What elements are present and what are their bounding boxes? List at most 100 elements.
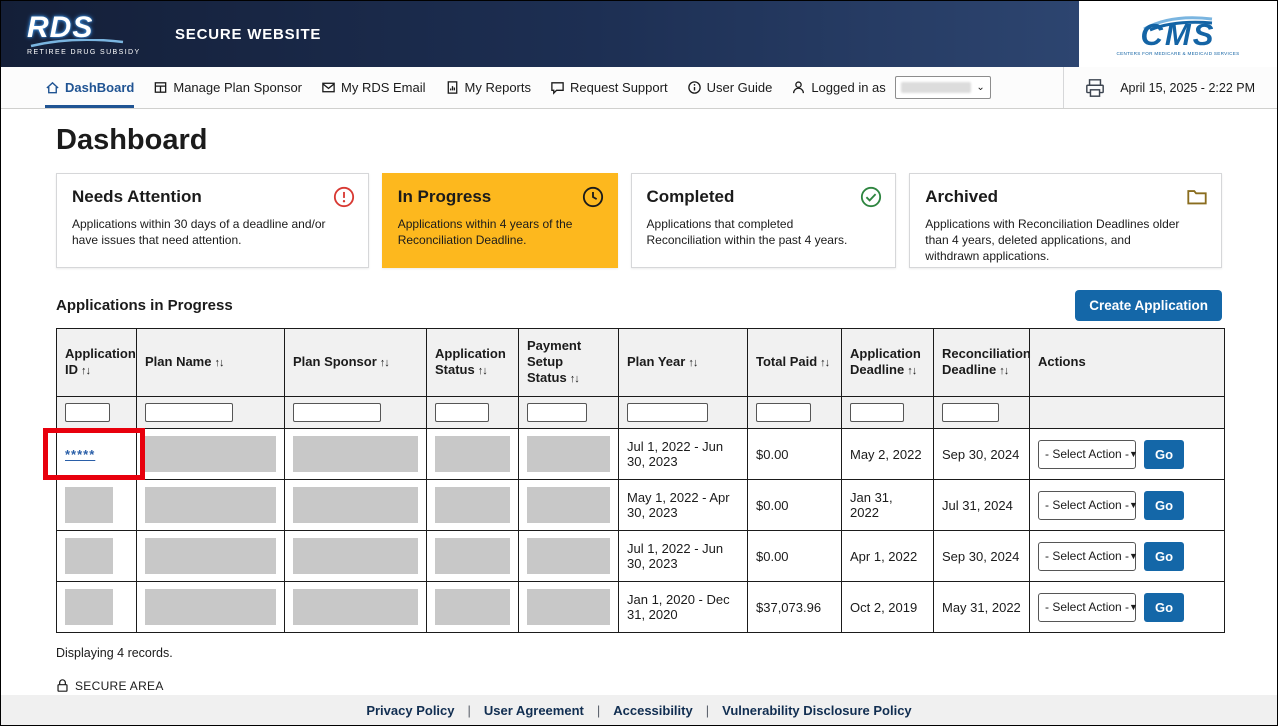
- nav-item-my-rds-email[interactable]: My RDS Email: [321, 67, 426, 108]
- col-plan-sponsor[interactable]: Plan Sponsor↑↓: [285, 329, 427, 397]
- card-needs-attention[interactable]: Needs Attention Applications within 30 d…: [56, 173, 369, 268]
- card-title: Needs Attention: [72, 187, 353, 207]
- footer-link-user-agreement[interactable]: User Agreement: [484, 703, 584, 718]
- records-summary: Displaying 4 records.: [56, 646, 1222, 660]
- application-deadline-cell: Jan 31, 2022: [842, 480, 934, 531]
- table-row: ***** Jul 1, 2022 - Jun 30, 2023 $0.00 M…: [57, 429, 1225, 480]
- card-in-progress[interactable]: In Progress Applications within 4 years …: [382, 173, 618, 268]
- current-datetime: April 15, 2025 - 2:22 PM: [1120, 81, 1255, 95]
- filter-plan-name-input[interactable]: [145, 403, 233, 422]
- nav-utilities: April 15, 2025 - 2:22 PM: [1063, 67, 1255, 108]
- nav-item-label: My Reports: [465, 80, 531, 95]
- sort-icon[interactable]: ↑↓: [570, 373, 579, 385]
- nav-item-manage-plan-sponsor[interactable]: Manage Plan Sponsor: [153, 67, 302, 108]
- plan-year-cell: May 1, 2022 - Apr 30, 2023: [619, 480, 748, 531]
- filter-application-deadline-input[interactable]: [850, 403, 904, 422]
- application-id-link[interactable]: *****: [65, 447, 95, 462]
- card-completed[interactable]: Completed Applications that completed Re…: [631, 173, 897, 268]
- go-button[interactable]: Go: [1144, 491, 1184, 520]
- application-id-cell: [57, 582, 137, 633]
- sort-icon[interactable]: ↑↓: [478, 365, 487, 377]
- filter-application-id-input[interactable]: [65, 403, 110, 422]
- plan-name-cell: [137, 582, 285, 633]
- cms-logo: CMS CENTERS FOR MEDICARE & MEDICAID SERV…: [1117, 12, 1240, 56]
- nav-item-label: DashBoard: [65, 80, 134, 95]
- footer-link-accessibility[interactable]: Accessibility: [613, 703, 693, 718]
- table-row: Jan 1, 2020 - Dec 31, 2020 $37,073.96 Oc…: [57, 582, 1225, 633]
- nav-item-user-guide[interactable]: User Guide: [687, 67, 773, 108]
- col-reconciliation-deadline[interactable]: Reconciliation Deadline↑↓: [934, 329, 1030, 397]
- card-title: Completed: [647, 187, 881, 207]
- support-icon: [550, 80, 565, 95]
- person-icon: [791, 80, 806, 95]
- plan-name-cell: [137, 429, 285, 480]
- payment-setup-status-cell: [519, 480, 619, 531]
- filter-reconciliation-deadline-input[interactable]: [942, 403, 999, 422]
- sort-icon[interactable]: ↑↓: [820, 357, 829, 369]
- action-select[interactable]: - Select Action -▼: [1038, 593, 1136, 622]
- plan-sponsor-cell: [285, 480, 427, 531]
- redacted-value: [435, 538, 510, 574]
- redacted-value: [145, 436, 276, 472]
- total-paid-cell: $0.00: [748, 480, 842, 531]
- action-select[interactable]: - Select Action -▼: [1038, 491, 1136, 520]
- sort-icon[interactable]: ↑↓: [214, 357, 223, 369]
- sort-icon[interactable]: ↑↓: [81, 365, 90, 377]
- card-archived[interactable]: Archived Applications with Reconciliatio…: [909, 173, 1222, 268]
- redacted-value: [293, 589, 418, 625]
- application-id-cell: [57, 480, 137, 531]
- go-button[interactable]: Go: [1144, 440, 1184, 469]
- filter-payment-setup-status-input[interactable]: [527, 403, 587, 422]
- printer-icon[interactable]: [1084, 78, 1106, 98]
- nav-item-dashboard[interactable]: DashBoard: [45, 67, 134, 108]
- reconciliation-deadline-cell: Sep 30, 2024: [934, 429, 1030, 480]
- filter-total-paid-input[interactable]: [756, 403, 811, 422]
- nav-item-my-reports[interactable]: My Reports: [445, 67, 531, 108]
- nav-item-logged-in-as: Logged in as ⌄: [791, 67, 990, 108]
- redacted-value: [435, 487, 510, 523]
- col-application-deadline[interactable]: Application Deadline↑↓: [842, 329, 934, 397]
- col-plan-year[interactable]: Plan Year↑↓: [619, 329, 748, 397]
- create-application-button[interactable]: Create Application: [1075, 290, 1222, 321]
- banner-left: RDS RETIREE DRUG SUBSIDY SECURE WEBSITE: [1, 1, 1079, 67]
- rds-tagline: RETIREE DRUG SUBSIDY: [27, 49, 145, 56]
- logged-in-user-select[interactable]: ⌄: [895, 76, 991, 99]
- card-title: Archived: [925, 187, 1206, 207]
- go-button[interactable]: Go: [1144, 593, 1184, 622]
- col-application-status[interactable]: Application Status↑↓: [427, 329, 519, 397]
- redacted-value: [435, 589, 510, 625]
- action-select[interactable]: - Select Action -▼: [1038, 542, 1136, 571]
- redacted-user-name: [901, 82, 972, 93]
- action-select[interactable]: - Select Action -▼: [1038, 440, 1136, 469]
- col-plan-name[interactable]: Plan Name↑↓: [137, 329, 285, 397]
- cms-tagline: CENTERS FOR MEDICARE & MEDICAID SERVICES: [1117, 51, 1240, 56]
- filter-application-status-input[interactable]: [435, 403, 489, 422]
- section-header: Applications in Progress Create Applicat…: [56, 290, 1222, 321]
- col-total-paid[interactable]: Total Paid↑↓: [748, 329, 842, 397]
- nav-item-request-support[interactable]: Request Support: [550, 67, 668, 108]
- go-button[interactable]: Go: [1144, 542, 1184, 571]
- filter-plan-year-input[interactable]: [627, 403, 708, 422]
- col-payment-setup-status[interactable]: Payment Setup Status↑↓: [519, 329, 619, 397]
- application-deadline-cell: Oct 2, 2019: [842, 582, 934, 633]
- sort-icon[interactable]: ↑↓: [380, 357, 389, 369]
- plan-name-cell: [137, 480, 285, 531]
- nav-item-label: Logged in as: [811, 80, 885, 95]
- table-row: Jul 1, 2022 - Jun 30, 2023 $0.00 Apr 1, …: [57, 531, 1225, 582]
- sort-icon[interactable]: ↑↓: [907, 365, 916, 377]
- footer-link-vulnerability-disclosure[interactable]: Vulnerability Disclosure Policy: [722, 703, 912, 718]
- redacted-value: [527, 538, 610, 574]
- sort-icon[interactable]: ↑↓: [688, 357, 697, 369]
- payment-setup-status-cell: [519, 582, 619, 633]
- col-application-id[interactable]: Application ID↑↓: [57, 329, 137, 397]
- filter-plan-sponsor-input[interactable]: [293, 403, 381, 422]
- application-status-cell: [427, 531, 519, 582]
- redacted-value: [527, 436, 610, 472]
- nav-item-label: Manage Plan Sponsor: [173, 80, 302, 95]
- redacted-value: [145, 487, 276, 523]
- plan-name-cell: [137, 531, 285, 582]
- footer-link-privacy-policy[interactable]: Privacy Policy: [366, 703, 454, 718]
- nav-item-label: My RDS Email: [341, 80, 426, 95]
- page-title: Dashboard: [56, 124, 1222, 157]
- sort-icon[interactable]: ↑↓: [999, 365, 1008, 377]
